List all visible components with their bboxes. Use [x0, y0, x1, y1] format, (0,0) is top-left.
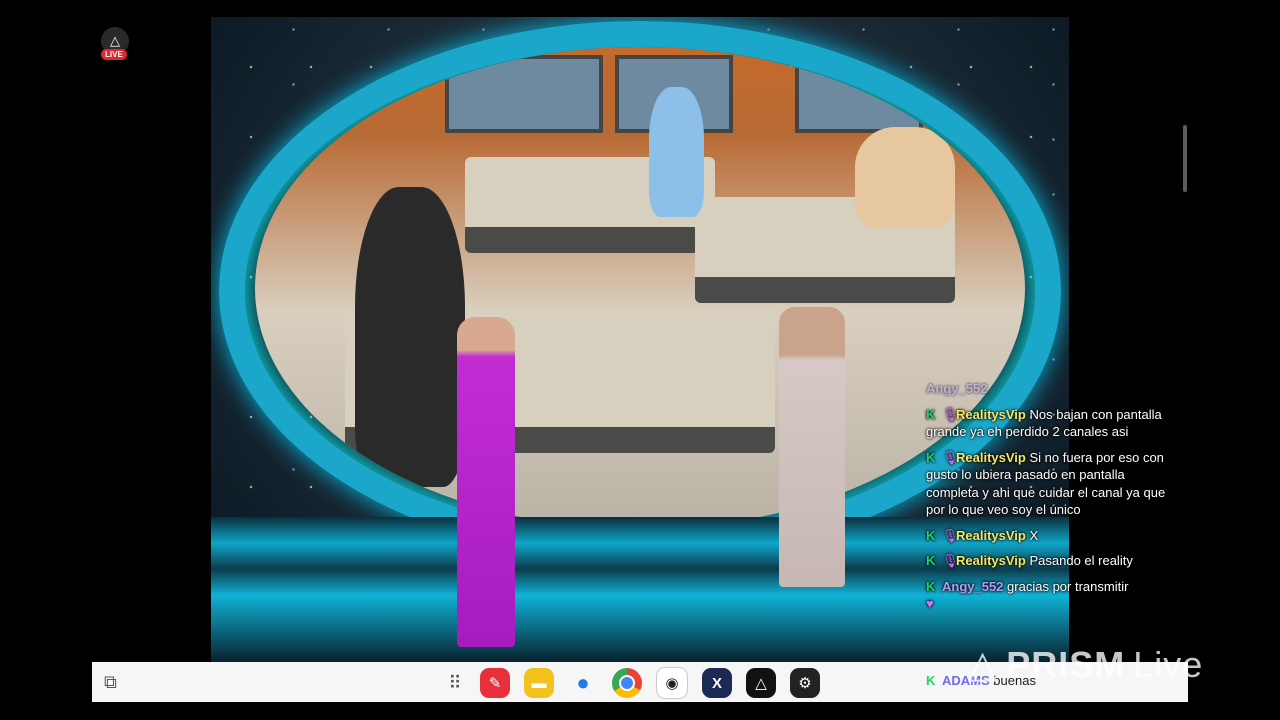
settings-app-icon[interactable]: ⚙ — [790, 668, 820, 698]
chat-message: K Angy_552 gracias por transmitir ♥ — [926, 578, 1171, 613]
mic-icon: 🎙 — [942, 527, 959, 543]
watermark-suffix: Live — [1133, 643, 1204, 685]
notes-app-icon[interactable]: ✎ — [480, 668, 510, 698]
folder-app-icon[interactable]: ▬ — [524, 668, 554, 698]
mic-icon: 🎙 — [942, 406, 959, 422]
camera-app-icon[interactable]: ◉ — [656, 667, 688, 699]
kick-badge-icon: K — [926, 578, 936, 594]
chat-username: Angy_552 — [942, 578, 1004, 594]
kick-badge-icon: K — [926, 553, 936, 568]
chat-message: K 🎙RealitysVip Pasando el reality — [926, 552, 1171, 570]
recent-apps-icon[interactable]: ⧉ — [104, 672, 124, 692]
chat-username: RealitysVip — [956, 553, 1026, 568]
host-female — [457, 317, 515, 647]
chat-message: K 🎙RealitysVip Nos bajan con pantalla gra… — [926, 406, 1171, 441]
chat-username: RealitysVip — [956, 527, 1026, 543]
chat-text: X — [1029, 527, 1039, 543]
host-male — [779, 307, 845, 587]
chrome-app-icon[interactable] — [612, 668, 642, 698]
bedroom-scene — [255, 47, 1025, 529]
prism-logo-icon: △ — [968, 644, 999, 686]
live-badge: LIVE — [101, 49, 127, 60]
side-panel-handle[interactable] — [1183, 125, 1187, 192]
chat-message: K 🎙RealitysVip X — [926, 527, 1171, 545]
kick-badge-icon: K — [926, 406, 936, 422]
messages-app-icon[interactable]: ● — [568, 668, 598, 698]
chat-text: gracias por transmitir — [1007, 578, 1129, 594]
xlinker-app-icon[interactable]: X — [702, 668, 732, 698]
mic-icon: 🎙 — [942, 449, 959, 465]
prism-app-icon[interactable]: △ — [746, 668, 776, 698]
chat-username: RealitysVip — [956, 449, 1026, 465]
kick-badge-icon: K — [926, 673, 936, 688]
chat-username: Angy_552 — [926, 381, 988, 396]
chat-message: Angy_552 — [926, 380, 1171, 398]
kick-badge-icon: K — [926, 449, 936, 465]
heart-icon: ♥ — [926, 596, 934, 611]
watermark-brand: PRISM — [1006, 643, 1126, 685]
taskbar-apps: ⠿ ✎ ▬ ● ◉ X △ ⚙ — [444, 667, 820, 699]
live-button[interactable]: △ LIVE — [99, 27, 131, 61]
chat-text: Pasando el reality — [1029, 553, 1133, 568]
chat-message: K 🎙RealitysVip Si no fuera por eso con gu… — [926, 449, 1171, 519]
kick-badge-icon: K — [926, 527, 936, 543]
chat-username: RealitysVip — [956, 406, 1026, 422]
mic-icon: 🎙 — [942, 553, 959, 568]
app-drawer-icon[interactable]: ⠿ — [444, 668, 466, 698]
live-chat: Angy_552 K 🎙RealitysVip Nos bajan con pan… — [926, 380, 1171, 621]
prism-live-watermark: △ PRISM Live — [968, 642, 1203, 687]
